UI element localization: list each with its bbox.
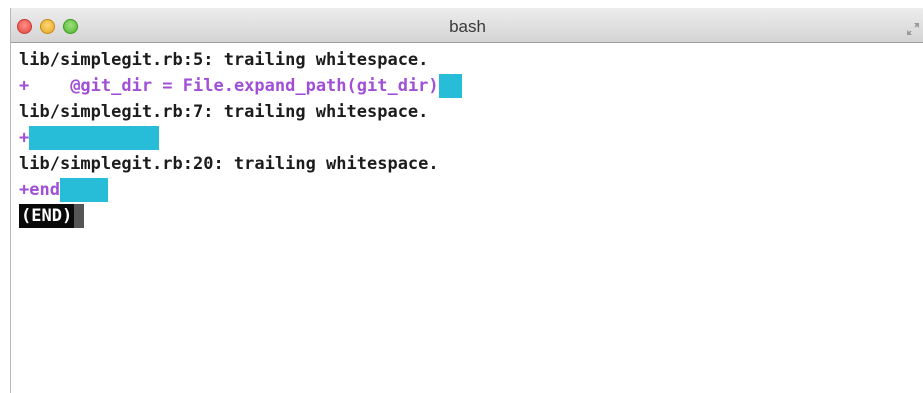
diff-code-text: @git_dir = File.expand_path(git_dir) bbox=[29, 76, 439, 96]
warning-text: lib/simplegit.rb:7: trailing whitespace. bbox=[19, 102, 429, 122]
warning-text: lib/simplegit.rb:5: trailing whitespace. bbox=[19, 50, 429, 70]
diff-code-text: +end bbox=[19, 180, 60, 200]
output-line: lib/simplegit.rb:5: trailing whitespace. bbox=[19, 47, 923, 73]
output-line: lib/simplegit.rb:7: trailing whitespace. bbox=[19, 99, 923, 125]
trailing-whitespace-highlight bbox=[438, 74, 462, 98]
diff-added-line: + @git_dir = File.expand_path(git_dir) bbox=[19, 73, 923, 99]
trailing-whitespace-highlight bbox=[59, 178, 108, 202]
diff-plus-marker: + bbox=[19, 128, 30, 148]
fullscreen-arrows-icon[interactable] bbox=[906, 22, 920, 36]
window-title: bash bbox=[449, 17, 486, 36]
terminal-window: bash lib/simplegit.rb:5: trailing whites… bbox=[10, 8, 923, 393]
pager-end-prompt: (END) bbox=[19, 204, 75, 228]
output-line: lib/simplegit.rb:20: trailing whitespace… bbox=[19, 151, 923, 177]
warning-text: lib/simplegit.rb:20: trailing whitespace… bbox=[19, 154, 439, 174]
diff-plus-marker: + bbox=[19, 76, 30, 96]
terminal-output[interactable]: lib/simplegit.rb:5: trailing whitespace.… bbox=[11, 43, 923, 393]
pager-line: (END) bbox=[19, 203, 923, 229]
text-cursor bbox=[74, 204, 85, 228]
diff-added-line: + bbox=[19, 125, 923, 151]
title-bar[interactable]: bash bbox=[11, 8, 923, 43]
diff-added-line: +end bbox=[19, 177, 923, 203]
trailing-whitespace-highlight bbox=[29, 126, 160, 150]
